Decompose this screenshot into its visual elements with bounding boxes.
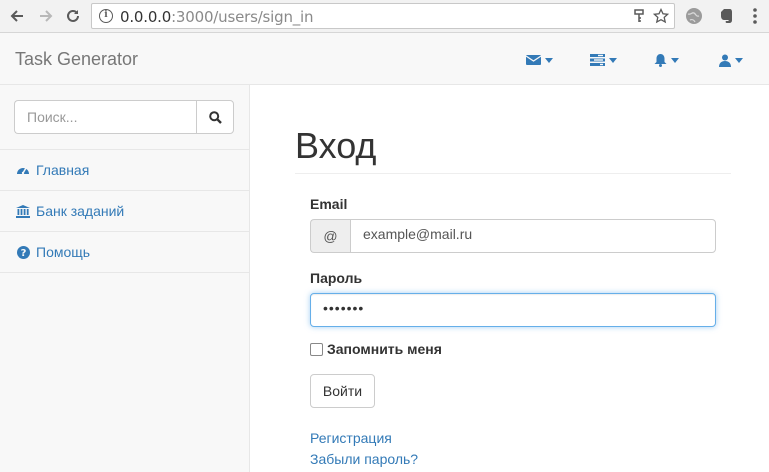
- user-dropdown[interactable]: [719, 52, 743, 68]
- sidebar-item-label: Помощь: [36, 244, 91, 260]
- dashboard-icon: [16, 163, 30, 177]
- search-icon: [208, 110, 222, 124]
- info-icon[interactable]: i: [99, 9, 113, 23]
- register-link[interactable]: Регистрация: [310, 430, 392, 446]
- question-icon: ?: [16, 245, 30, 259]
- globe-icon[interactable]: [684, 6, 704, 26]
- remember-label: Запомнить меня: [327, 341, 442, 357]
- tasks-icon: [590, 54, 605, 66]
- forward-button[interactable]: [35, 5, 57, 27]
- reload-button[interactable]: [62, 5, 84, 27]
- sign-in-button[interactable]: Войти: [310, 374, 375, 408]
- address-bar[interactable]: i 0.0.0.0:3000/users/sign_in: [91, 3, 675, 29]
- search-input[interactable]: [14, 100, 196, 134]
- email-input-group: @ example@mail.ru: [310, 219, 716, 253]
- svg-text:?: ?: [20, 248, 26, 259]
- forgot-password-link[interactable]: Забыли пароль?: [310, 451, 418, 467]
- back-button[interactable]: [6, 5, 28, 27]
- caret-down-icon: [671, 57, 679, 63]
- email-field[interactable]: example@mail.ru: [350, 219, 716, 253]
- sidebar-menu: Главная Банк заданий ? Помощь: [0, 149, 249, 273]
- sidebar-item-help[interactable]: ? Помощь: [0, 232, 249, 273]
- caret-down-icon: [609, 57, 617, 63]
- email-label: Email: [310, 196, 348, 212]
- star-icon[interactable]: [653, 8, 669, 24]
- at-sign-addon: @: [310, 219, 350, 253]
- evernote-icon[interactable]: [716, 6, 736, 26]
- sidebar-item-label: Главная: [36, 162, 90, 178]
- messages-dropdown[interactable]: [526, 52, 553, 68]
- arrow-left-icon: [10, 10, 23, 22]
- reload-icon: [67, 9, 79, 22]
- sidebar: Главная Банк заданий ?: [0, 85, 250, 472]
- sidebar-search: [14, 100, 234, 134]
- envelope-icon: [526, 55, 541, 65]
- bank-icon: [16, 204, 30, 218]
- sidebar-item-home[interactable]: Главная: [0, 150, 249, 191]
- browser-toolbar: i 0.0.0.0:3000/users/sign_in: [0, 0, 769, 33]
- sidebar-item-task-bank[interactable]: Банк заданий: [0, 191, 249, 232]
- user-icon: [719, 54, 731, 67]
- alerts-dropdown[interactable]: [654, 52, 679, 68]
- password-label: Пароль: [310, 270, 363, 286]
- password-field[interactable]: •••••••: [310, 293, 716, 327]
- remember-checkbox[interactable]: [310, 342, 323, 356]
- key-icon[interactable]: [632, 8, 646, 24]
- bell-icon: [654, 54, 667, 67]
- main-content: Вход Email @ example@mail.ru Пароль ••••…: [250, 85, 769, 472]
- page-title: Вход: [295, 125, 377, 166]
- menu-dots-icon[interactable]: [745, 6, 765, 26]
- sidebar-item-label: Банк заданий: [36, 203, 125, 219]
- url-text: 0.0.0.0:3000/users/sign_in: [120, 8, 314, 26]
- tasks-dropdown[interactable]: [590, 52, 617, 68]
- app-navbar: Task Generator: [0, 33, 769, 85]
- search-button[interactable]: [196, 100, 234, 134]
- brand-title[interactable]: Task Generator: [15, 49, 138, 70]
- caret-down-icon: [545, 57, 553, 63]
- caret-down-icon: [735, 57, 743, 63]
- title-divider: [295, 173, 731, 174]
- remember-me[interactable]: Запомнить меня: [310, 341, 442, 357]
- arrow-right-icon: [40, 10, 53, 22]
